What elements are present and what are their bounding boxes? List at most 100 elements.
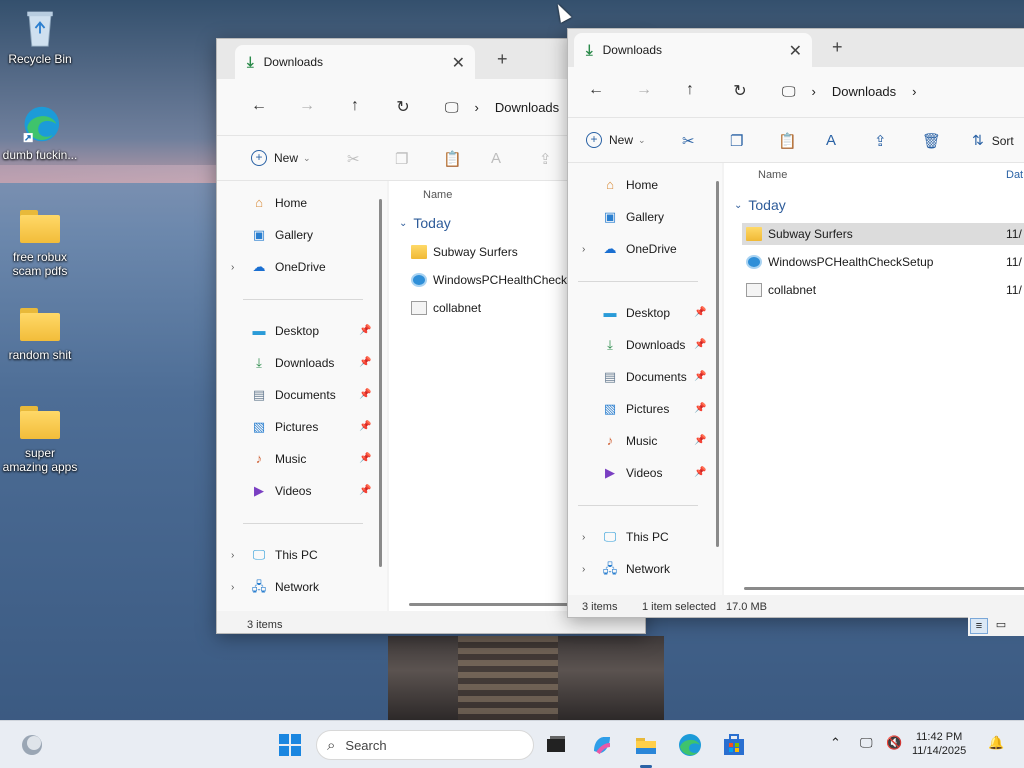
rename-icon[interactable]: A [491,150,501,167]
chevron-right-icon[interactable]: › [231,262,234,273]
title-bar[interactable]: ⤓ Downloads ✕ + [568,29,1024,67]
nav-videos[interactable]: ▶ Videos [602,463,662,483]
pin-icon[interactable]: 📌 [694,307,706,318]
pin-icon[interactable]: 📌 [359,389,371,400]
new-button[interactable]: + New ⌄ [251,150,311,166]
notifications-icon[interactable]: 🔔 [988,735,1004,751]
address-bar[interactable]: 🖵 › Downloads › [782,73,917,109]
pin-icon[interactable]: 📌 [359,421,371,432]
tab-downloads[interactable]: ⤓ Downloads ✕ [235,45,475,79]
edge-icon[interactable] [678,733,702,757]
delete-icon[interactable]: 🗑 [922,132,941,150]
breadcrumb-downloads[interactable]: Downloads [832,84,896,99]
group-header[interactable]: ⌄ Today [399,215,451,231]
cut-icon[interactable]: ✂ [347,150,360,168]
chevron-right-icon[interactable]: › [231,582,234,593]
taskbar-clock[interactable]: 11:42 PM 11/14/2025 [912,730,966,758]
cut-icon[interactable]: ✂ [682,132,695,150]
details-view-icon[interactable]: ≡ [970,618,988,634]
nav-home[interactable]: ⌂ Home [602,175,658,195]
back-button[interactable]: ← [247,97,271,115]
list-item[interactable]: WindowsPCHealthCheckSetup 11/ [742,251,1024,273]
store-icon[interactable] [722,733,746,757]
horizontal-scrollbar[interactable] [744,587,1024,590]
pin-icon[interactable]: 📌 [694,467,706,478]
nav-onedrive[interactable]: › ☁ OneDrive [231,257,326,277]
pin-icon[interactable]: 📌 [694,339,706,350]
new-tab-button[interactable]: + [832,37,843,58]
paste-icon[interactable]: 📋 [778,132,797,150]
nav-videos[interactable]: ▶ Videos [251,481,311,501]
nav-network[interactable]: › 🖧 Network [582,559,670,579]
nav-scrollbar[interactable] [716,181,719,547]
pin-icon[interactable]: 📌 [359,325,371,336]
desktop-icon-random-folder[interactable]: random shit [2,304,78,362]
address-bar[interactable]: 🖵 › Downloads [445,89,559,125]
share-icon[interactable]: ⇪ [874,132,887,150]
copilot-icon[interactable] [590,733,614,757]
close-tab-icon[interactable]: ✕ [452,53,465,73]
nav-home[interactable]: ⌂ Home [251,193,307,213]
volume-muted-icon[interactable]: 🔇 [886,735,902,751]
copy-icon[interactable]: ❐ [395,150,408,168]
nav-scrollbar[interactable] [379,199,382,567]
nav-this-pc[interactable]: › 🖵 This PC [582,527,669,547]
forward-button[interactable]: → [632,81,656,99]
pin-icon[interactable]: 📌 [359,357,371,368]
explorer-window-front[interactable]: ⤓ Downloads ✕ + ← → ↑ ↻ 🖵 › Downloads › … [567,28,1024,618]
desktop-icon-recycle-bin[interactable]: Recycle Bin [2,8,78,66]
list-item[interactable]: WindowsPCHealthCheckS [411,269,575,291]
pin-icon[interactable]: 📌 [694,371,706,382]
pin-icon[interactable]: 📌 [359,453,371,464]
list-item[interactable]: Subway Surfers [411,241,518,263]
chevron-up-icon[interactable]: ⌃ [830,735,841,751]
copy-icon[interactable]: ❐ [730,132,743,150]
file-explorer-icon[interactable] [634,733,658,757]
desktop-icon-robux-folder[interactable]: free robux scam pdfs [2,206,78,278]
nav-music[interactable]: ♪ Music [251,449,307,469]
list-item-selected[interactable]: Subway Surfers 11/ [742,223,1024,245]
chevron-right-icon[interactable]: › [231,550,234,561]
network-icon[interactable]: 🖵 [860,735,873,751]
list-item[interactable]: collabnet 11/ [742,279,1024,301]
refresh-button[interactable]: ↻ [391,97,415,117]
rename-icon[interactable]: A [826,132,836,149]
nav-desktop[interactable]: ▬ Desktop [251,321,320,341]
group-header[interactable]: ⌄ Today [734,197,786,213]
nav-documents[interactable]: ▤ Documents [602,367,687,387]
column-header-name[interactable]: Name [423,189,452,201]
paste-icon[interactable]: 📋 [443,150,462,168]
nav-pictures[interactable]: ▧ Pictures [251,417,319,437]
nav-desktop[interactable]: ▬ Desktop [602,303,671,323]
refresh-button[interactable]: ↻ [728,81,752,101]
back-button[interactable]: ← [584,81,608,99]
nav-music[interactable]: ♪ Music [602,431,658,451]
nav-onedrive[interactable]: › ☁ OneDrive [582,239,677,259]
share-icon[interactable]: ⇪ [539,150,552,168]
up-button[interactable]: ↑ [343,97,367,115]
nav-pictures[interactable]: ▧ Pictures [602,399,670,419]
column-header-date[interactable]: Dat [1006,169,1023,181]
taskbar-search[interactable]: ⌕ Search [316,730,534,760]
desktop-icon-apps-folder[interactable]: super amazing apps [2,402,78,474]
weather-widget-icon[interactable] [20,733,44,757]
chevron-right-icon[interactable]: › [582,564,585,575]
forward-button[interactable]: → [295,97,319,115]
nav-gallery[interactable]: ▣ Gallery [251,225,313,245]
desktop-icon-edge-shortcut[interactable]: dumb fuckin... [2,104,78,162]
tiles-view-icon[interactable]: ▭ [992,618,1010,634]
nav-gallery[interactable]: ▣ Gallery [602,207,664,227]
task-view-icon[interactable] [544,733,568,757]
breadcrumb-downloads[interactable]: Downloads [495,100,559,115]
nav-documents[interactable]: ▤ Documents [251,385,336,405]
chevron-right-icon[interactable]: › [582,244,585,255]
new-tab-button[interactable]: + [497,49,508,70]
list-item[interactable]: collabnet [411,297,481,319]
pin-icon[interactable]: 📌 [694,435,706,446]
close-tab-icon[interactable]: ✕ [789,41,802,61]
nav-downloads[interactable]: ⤓ Downloads [602,335,685,355]
new-button[interactable]: + New ⌄ [586,132,646,148]
column-header-name[interactable]: Name [758,169,787,181]
nav-this-pc[interactable]: › 🖵 This PC [231,545,318,565]
up-button[interactable]: ↑ [678,81,702,99]
